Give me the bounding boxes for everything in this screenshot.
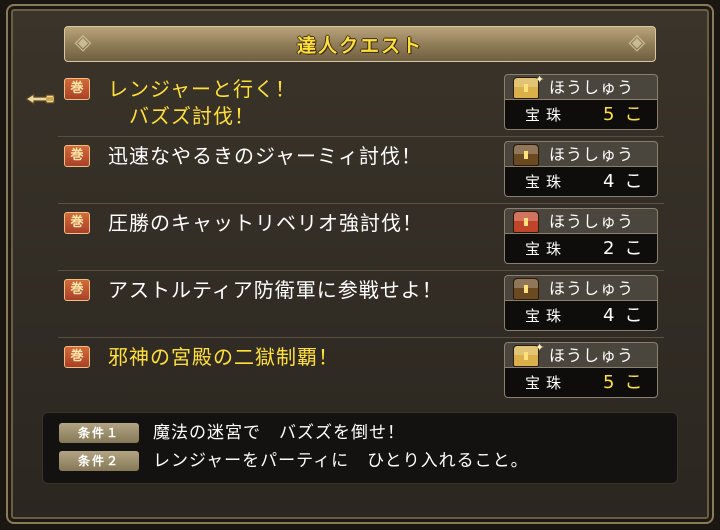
quest-title: 圧勝のキャットリベリオ強討伐！ — [108, 211, 423, 235]
reward-box: ほうしゅう宝珠 4こ — [504, 141, 658, 199]
quest-row[interactable]: 巻邪神の宮殿の二獄制覇！ ✦ ほうしゅう宝珠 5こ — [58, 338, 664, 405]
window-title: 達人クエスト — [296, 34, 423, 57]
reward-header: ほうしゅう — [504, 141, 658, 167]
reward-item-name: 宝珠 — [525, 173, 568, 191]
quest-scroll-icon: 巻 — [64, 346, 90, 368]
conditions-panel: 条件１ 魔法の迷宮で バズズを倒せ！ 条件２ レンジャーをパーティに ひとり入れ… — [42, 412, 678, 484]
quest-row[interactable]: 巻圧勝のキャットリベリオ強討伐！ ほうしゅう宝珠 2こ — [58, 204, 664, 271]
reward-header: ✦ ほうしゅう — [504, 73, 658, 100]
reward-body: 宝珠 4こ — [504, 301, 658, 331]
reward-body: 宝珠 5こ — [504, 100, 658, 130]
reward-quantity: 5こ — [603, 104, 653, 125]
hand-cursor-icon — [24, 92, 55, 106]
quest-row[interactable]: 巻レンジャーと行く！ バズズ討伐！ ✦ ほうしゅう宝珠 5こ — [58, 70, 664, 137]
quest-scroll-icon: 巻 — [64, 212, 90, 234]
quest-scroll-icon: 巻 — [64, 145, 90, 167]
reward-box: ほうしゅう宝珠 4こ — [504, 275, 658, 333]
quest-scroll-icon: 巻 — [64, 279, 90, 301]
quest-list: 巻レンジャーと行く！ バズズ討伐！ ✦ ほうしゅう 宝珠 5こ巻迅速なやるきのジャーミィ… — [58, 70, 664, 405]
condition-badge: 条件２ — [59, 451, 139, 471]
reward-quantity: 4こ — [603, 305, 653, 326]
treasure-chest-icon — [513, 211, 539, 233]
reward-header-label: ほうしゅう — [549, 279, 635, 298]
sparkle-icon: ✦ — [535, 73, 545, 86]
quest-row[interactable]: 巻アストルティア防衛軍に参戦せよ！ ほうしゅう宝珠 4こ — [58, 271, 664, 338]
reward-header: ✦ ほうしゅう — [504, 341, 658, 368]
treasure-chest-icon — [513, 144, 539, 166]
quest-title: レンジャーと行く！ バズズ討伐！ — [108, 77, 296, 128]
reward-header: ほうしゅう — [504, 208, 658, 234]
reward-item-name: 宝珠 — [525, 307, 568, 325]
condition-text: 魔法の迷宮で バズズを倒せ！ — [153, 423, 405, 443]
quest-title: アストルティア防衛軍に参戦せよ！ — [108, 278, 443, 302]
reward-body: 宝珠 5こ — [504, 368, 658, 398]
reward-box: ほうしゅう宝珠 2こ — [504, 208, 658, 266]
treasure-chest-icon — [513, 278, 539, 300]
reward-box: ✦ ほうしゅう宝珠 5こ — [504, 341, 658, 400]
reward-quantity: 2こ — [603, 238, 653, 259]
title-bar: 達人クエスト — [64, 26, 656, 62]
quest-title: 迅速なやるきのジャーミィ討伐！ — [108, 144, 422, 168]
reward-header-label: ほうしゅう — [549, 212, 635, 231]
ornament-icon: ◈ — [628, 30, 646, 55]
condition-text: レンジャーをパーティに ひとり入れること。 — [153, 451, 529, 471]
quest-row[interactable]: 巻迅速なやるきのジャーミィ討伐！ ほうしゅう宝珠 4こ — [58, 137, 664, 204]
quest-scroll-icon: 巻 — [64, 78, 90, 100]
reward-box: ✦ ほうしゅう宝珠 5こ — [504, 73, 658, 132]
sparkle-icon: ✦ — [535, 341, 545, 354]
condition-row: 条件２ レンジャーをパーティに ひとり入れること。 — [59, 449, 669, 473]
reward-quantity: 5こ — [603, 372, 653, 393]
reward-header-label: ほうしゅう — [549, 145, 635, 164]
reward-header: ほうしゅう — [504, 275, 658, 301]
condition-badge: 条件１ — [59, 423, 139, 443]
ornament-icon: ◈ — [74, 30, 92, 55]
quest-title: 邪神の宮殿の二獄制覇！ — [108, 345, 339, 369]
condition-row: 条件１ 魔法の迷宮で バズズを倒せ！ — [59, 421, 669, 445]
reward-item-name: 宝珠 — [525, 374, 568, 392]
reward-header-label: ほうしゅう — [549, 346, 635, 365]
reward-header-label: ほうしゅう — [549, 78, 635, 97]
reward-item-name: 宝珠 — [525, 240, 568, 258]
reward-body: 宝珠 2こ — [504, 234, 658, 264]
reward-body: 宝珠 4こ — [504, 167, 658, 197]
reward-quantity: 4こ — [603, 171, 653, 192]
reward-item-name: 宝珠 — [525, 106, 568, 124]
